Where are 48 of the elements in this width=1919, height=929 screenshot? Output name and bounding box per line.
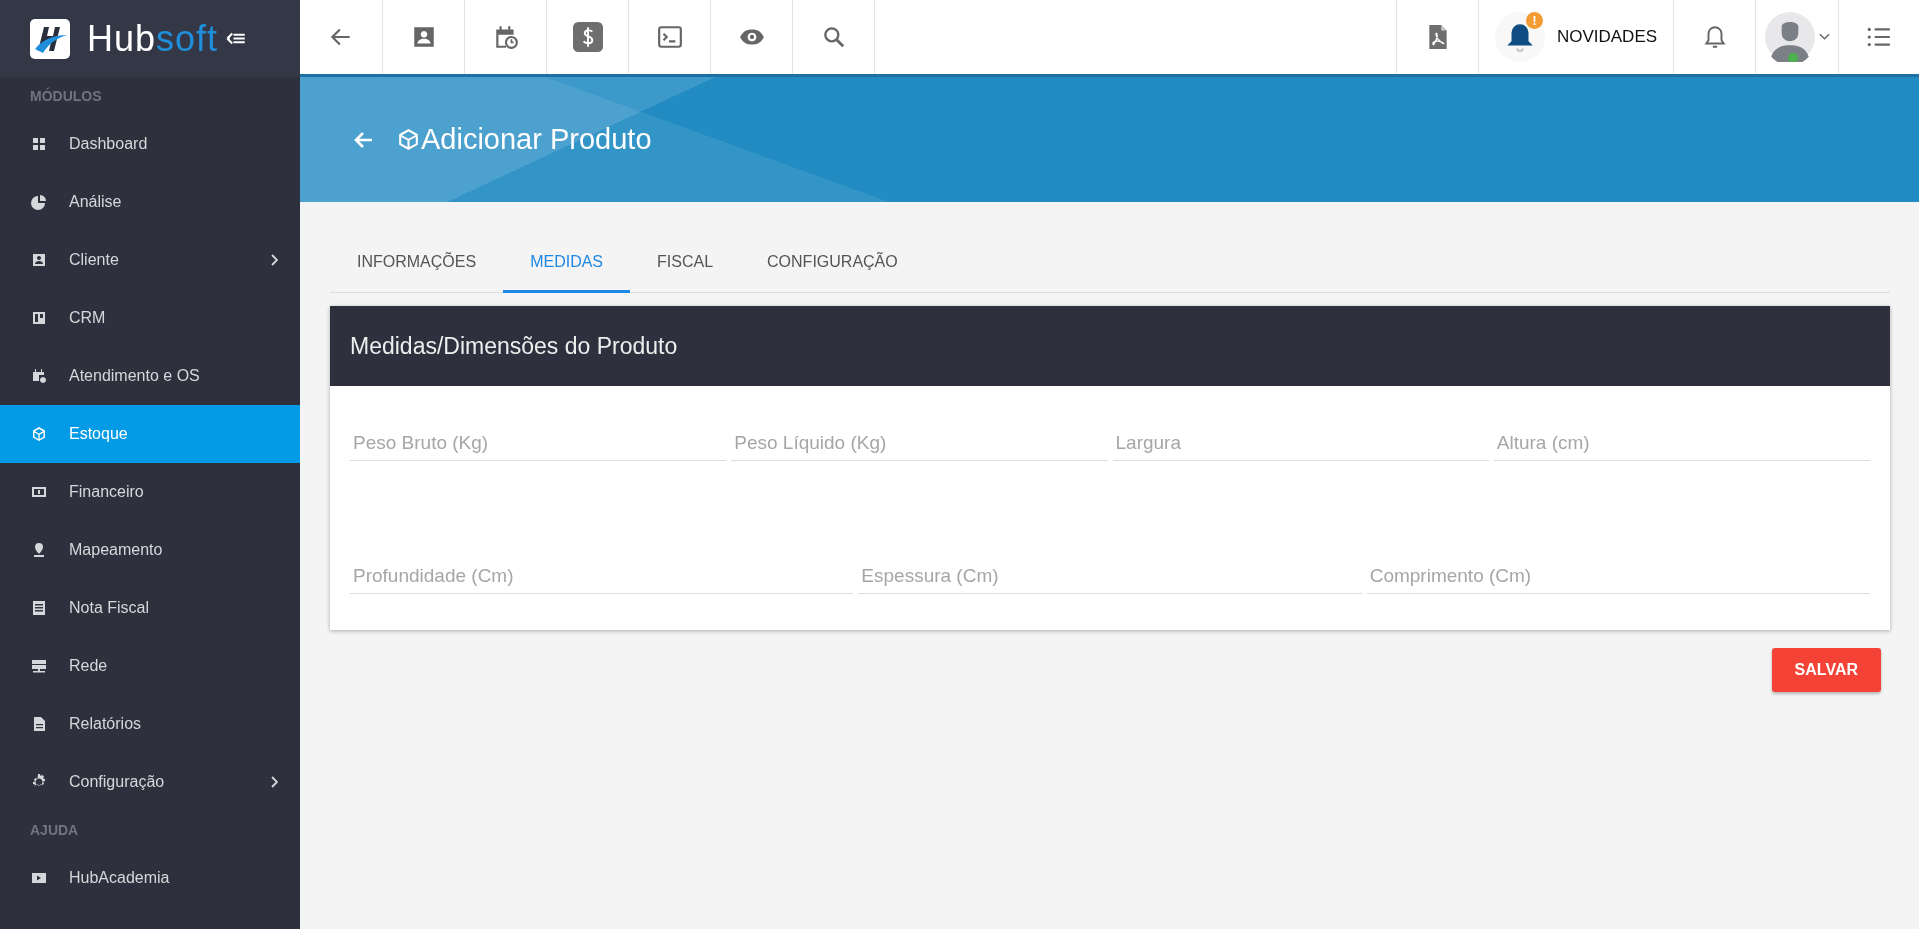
sidebar-item[interactable]: Dashboard [0, 115, 300, 173]
menu-item-icon [31, 252, 47, 268]
sidebar-item[interactable]: CRM [0, 289, 300, 347]
sidebar-item[interactable]: Cliente [0, 231, 300, 289]
input-field[interactable]: Espessura (Cm) [858, 559, 1362, 594]
sidebar-item[interactable]: HubAcademia [0, 849, 300, 907]
avatar-icon[interactable] [1764, 12, 1815, 62]
menu-item-icon [31, 194, 47, 210]
menu-item-icon [31, 368, 47, 384]
menu-item-icon [31, 426, 47, 442]
menu-item-icon [31, 716, 47, 732]
sidebar-item[interactable]: Relatórios [0, 695, 300, 753]
tab[interactable]: INFORMAÇÕES [330, 235, 504, 293]
sidebar-item[interactable]: Rede [0, 637, 300, 695]
terminal-icon[interactable] [656, 24, 683, 50]
input-field[interactable]: Profundidade (Cm) [350, 559, 854, 594]
sidebar-item[interactable]: Análise [0, 173, 300, 231]
tab[interactable]: CONFIGURAÇÃO [740, 235, 925, 293]
dollar-icon[interactable] [572, 22, 603, 52]
notification-badge: ! [1525, 12, 1543, 29]
menu-item-icon [31, 658, 47, 674]
sidebar-item[interactable]: Nota Fiscal [0, 579, 300, 637]
brand-name: Hubsoft [87, 17, 219, 60]
sidebar-item[interactable]: Financeiro [0, 463, 300, 521]
chevron-down-icon[interactable] [1818, 33, 1830, 41]
menu-item-icon [31, 542, 47, 558]
tab[interactable]: FISCAL [630, 235, 741, 293]
save-button[interactable]: SALVAR [1771, 648, 1881, 692]
page-title: Adicionar Produto [421, 123, 652, 156]
logo-icon [30, 18, 70, 59]
collapse-menu-icon[interactable] [226, 31, 247, 46]
input-field[interactable]: Peso Líquido (Kg) [731, 426, 1108, 461]
menu-item-icon [31, 870, 47, 886]
input-field[interactable]: Largura [1112, 426, 1489, 461]
menu-item-icon [31, 310, 47, 326]
card-title: Medidas/Dimensões do Produto [350, 332, 678, 360]
sidebar-item[interactable]: Mapeamento [0, 521, 300, 579]
sidebar-item[interactable]: Atendimento e OS [0, 347, 300, 405]
box-icon [396, 127, 421, 152]
section-heading: MÓDULOS [29, 86, 103, 106]
menu-item-icon [31, 600, 47, 616]
input-field[interactable]: Peso Bruto (Kg) [350, 426, 727, 461]
section-heading: AJUDA [29, 821, 80, 840]
input-field[interactable]: Comprimento (Cm) [1366, 559, 1870, 594]
input-field[interactable]: Altura (cm) [1493, 426, 1870, 461]
menu-item-icon [31, 484, 47, 500]
menu-item-icon [31, 136, 47, 152]
sidebar-item[interactable]: Configuração [0, 753, 300, 811]
